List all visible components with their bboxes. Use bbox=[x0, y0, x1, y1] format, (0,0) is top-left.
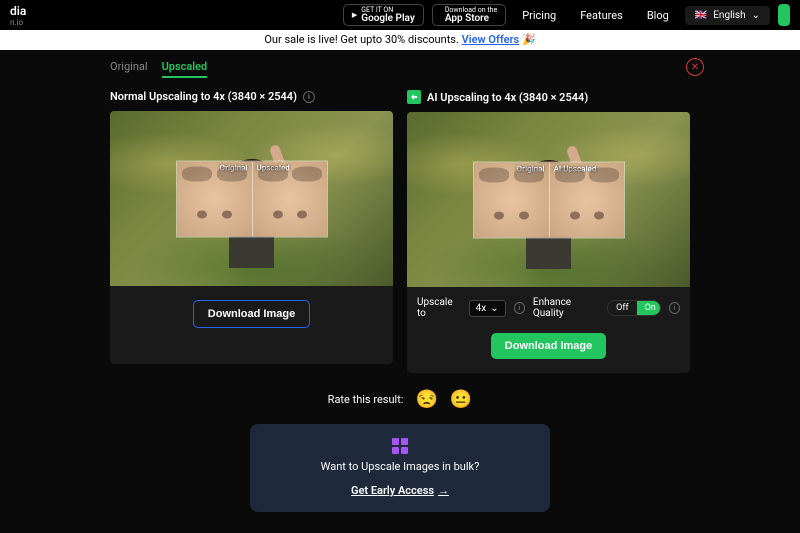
ai-upscale-column: AI Upscaling to 4x (3840 × 2544) Origina… bbox=[407, 90, 690, 373]
promo-banner: Our sale is live! Get upto 30% discounts… bbox=[0, 30, 800, 50]
party-icon: 🎉 bbox=[522, 33, 536, 46]
toggle-off[interactable]: Off bbox=[608, 301, 636, 315]
upscale-to-label: Upscale to bbox=[417, 297, 461, 319]
info-icon[interactable]: i bbox=[669, 302, 680, 314]
nav-blog[interactable]: Blog bbox=[647, 9, 669, 22]
logo: dia n.io bbox=[10, 4, 26, 27]
app-store-badge[interactable]: Download on the App Store bbox=[432, 4, 506, 26]
rating-bad-button[interactable]: 😒 bbox=[415, 389, 437, 410]
ai-controls: Upscale to 4x ⌄ i Enhance Quality Off On… bbox=[407, 287, 690, 319]
language-select[interactable]: 🇬🇧 English ⌄ bbox=[685, 6, 770, 25]
result-modal: ✕ Original Upscaled Normal Upscaling to … bbox=[110, 60, 690, 512]
rating-neutral-button[interactable]: 😐 bbox=[450, 389, 472, 410]
bulk-upsell-card: Want to Upscale Images in bulk? Get Earl… bbox=[250, 424, 550, 512]
close-button[interactable]: ✕ bbox=[686, 58, 704, 76]
rate-label: Rate this result: bbox=[328, 393, 404, 406]
tab-upscaled[interactable]: Upscaled bbox=[162, 60, 208, 78]
normal-image-preview: Original Upscaled bbox=[110, 111, 393, 286]
zoom-compare-ai: Original AI Upscaled bbox=[473, 161, 625, 238]
result-tabs: Original Upscaled bbox=[110, 60, 690, 78]
info-icon[interactable]: i bbox=[514, 302, 525, 314]
nav-pricing[interactable]: Pricing bbox=[522, 9, 556, 22]
result-modal-backdrop: ✕ Original Upscaled Normal Upscaling to … bbox=[0, 50, 800, 533]
normal-upscale-column: Normal Upscaling to 4x (3840 × 2544) i O… bbox=[110, 90, 393, 373]
enhance-label: Enhance Quality bbox=[533, 297, 599, 319]
download-ai-button[interactable]: Download Image bbox=[491, 333, 606, 359]
enhance-quality-toggle[interactable]: Off On bbox=[607, 300, 661, 316]
tab-original[interactable]: Original bbox=[110, 60, 148, 78]
normal-title: Normal Upscaling to 4x (3840 × 2544) bbox=[110, 90, 297, 103]
google-play-badge[interactable]: ▶ GET IT ON Google Play bbox=[343, 4, 424, 26]
signup-button[interactable] bbox=[778, 4, 790, 26]
early-access-link[interactable]: Get Early Access → bbox=[351, 484, 449, 497]
toggle-on[interactable]: On bbox=[637, 301, 661, 315]
bulk-title: Want to Upscale Images in bulk? bbox=[264, 460, 536, 473]
view-offers-link[interactable]: View Offers bbox=[462, 33, 520, 46]
arrow-right-icon: → bbox=[438, 484, 449, 497]
upscale-factor-select[interactable]: 4x ⌄ bbox=[469, 300, 506, 317]
rating-row: Rate this result: 😒 😐 bbox=[110, 389, 690, 410]
ai-title: AI Upscaling to 4x (3840 × 2544) bbox=[427, 91, 588, 104]
chevron-down-icon: ⌄ bbox=[752, 10, 760, 21]
zoom-compare-normal: Original Upscaled bbox=[176, 160, 328, 237]
nav-features[interactable]: Features bbox=[580, 9, 623, 22]
ai-image-preview: Original AI Upscaled bbox=[407, 112, 690, 287]
download-normal-button[interactable]: Download Image bbox=[193, 300, 310, 328]
play-icon: ▶ bbox=[352, 12, 357, 19]
chevron-down-icon: ⌄ bbox=[490, 303, 498, 314]
close-icon: ✕ bbox=[691, 62, 699, 73]
ai-upscale-icon bbox=[407, 90, 421, 104]
info-icon[interactable]: i bbox=[303, 91, 315, 103]
top-header: dia n.io ▶ GET IT ON Google Play Downloa… bbox=[0, 0, 800, 30]
bulk-icon bbox=[392, 438, 408, 454]
flag-icon: 🇬🇧 bbox=[695, 10, 707, 21]
